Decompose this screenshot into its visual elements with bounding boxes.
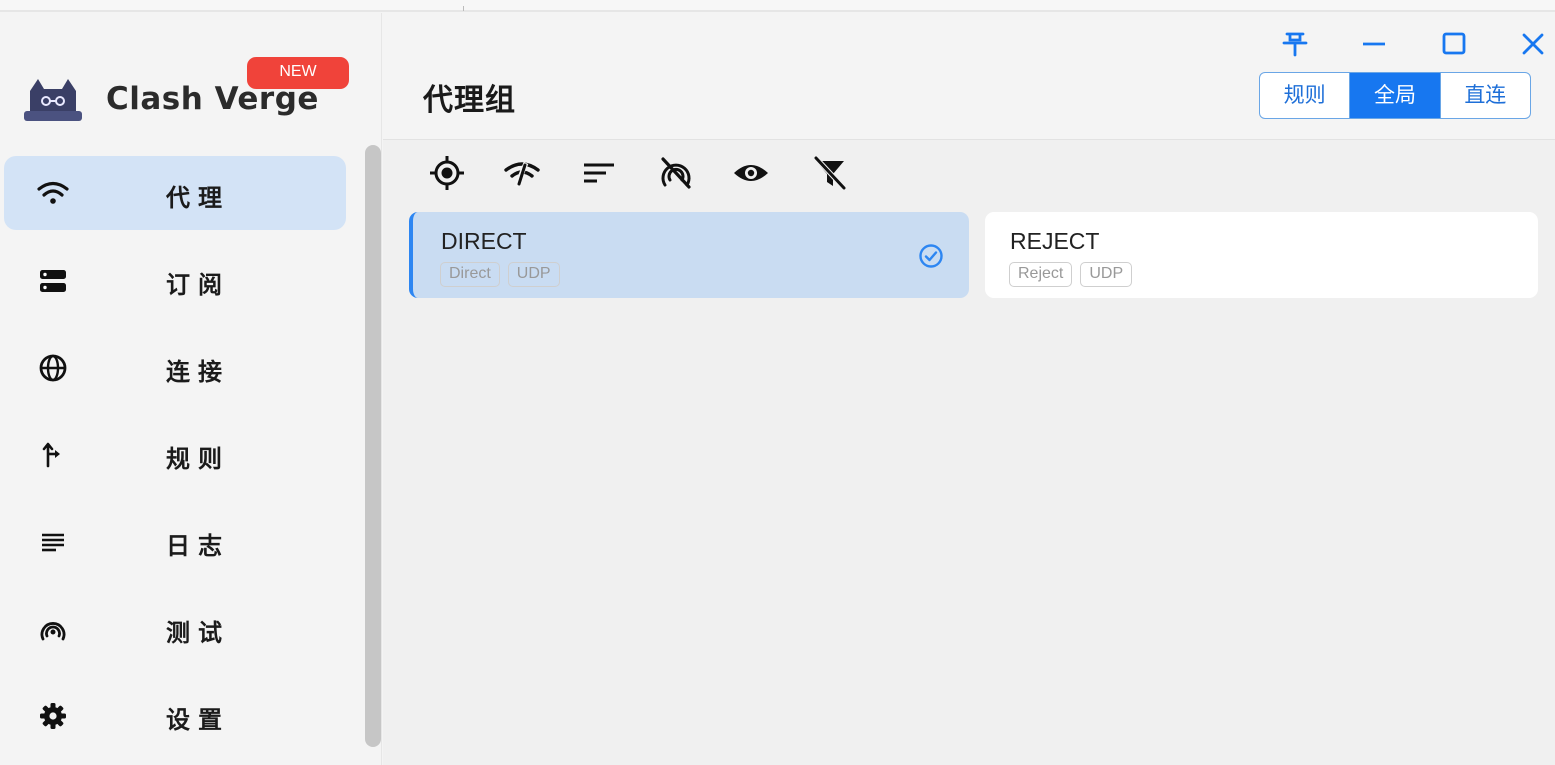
sidebar-item-connections[interactable]: 连接: [4, 330, 346, 404]
globe-icon: [36, 351, 70, 385]
page-title: 代理组: [423, 75, 516, 119]
show-icon[interactable]: [731, 153, 771, 193]
close-icon[interactable]: [1516, 27, 1550, 61]
proxy-card-reject[interactable]: REJECT Reject UDP: [985, 212, 1538, 298]
sidebar-item-label: 日志: [166, 526, 230, 561]
sidebar-item-label: 规则: [166, 439, 230, 474]
mode-toggle-group: 规则 全局 直连: [1259, 72, 1531, 119]
proxy-tags: Direct UDP: [440, 262, 560, 287]
sidebar-nav: 代理 订阅 连接: [4, 156, 346, 765]
proxy-name: DIRECT: [441, 228, 527, 255]
hide-unavailable-icon[interactable]: [656, 153, 696, 193]
filter-off-icon[interactable]: [810, 153, 850, 193]
proxy-tags: Reject UDP: [1009, 262, 1132, 287]
sidebar-item-label: 连接: [166, 352, 230, 387]
app-window: Clash Verge NEW 代理 订阅: [0, 0, 1555, 765]
radar-icon: [36, 612, 70, 646]
sidebar-item-settings[interactable]: 设置: [4, 678, 346, 752]
page-header: 代理组 规则 全局 直连: [383, 13, 1555, 140]
sidebar-item-label: 设置: [166, 700, 230, 735]
minimize-icon[interactable]: [1357, 27, 1391, 61]
check-circle-icon: [917, 242, 945, 270]
sidebar-item-proxy[interactable]: 代理: [4, 156, 346, 230]
proxy-card-direct[interactable]: DIRECT Direct UDP: [409, 212, 969, 298]
new-badge: NEW: [247, 57, 349, 89]
sort-icon[interactable]: [579, 153, 619, 193]
locate-icon[interactable]: [427, 153, 467, 193]
maximize-icon[interactable]: [1437, 27, 1471, 61]
proxy-type-tag: Direct: [440, 262, 500, 287]
storage-icon: [36, 264, 70, 298]
mode-global-button[interactable]: 全局: [1350, 73, 1440, 118]
cat-logo-icon: [24, 75, 82, 123]
proxy-udp-tag: UDP: [508, 262, 560, 287]
pin-icon[interactable]: [1278, 27, 1312, 61]
sidebar: Clash Verge NEW 代理 订阅: [0, 13, 382, 765]
sidebar-item-subscriptions[interactable]: 订阅: [4, 243, 346, 317]
list-lines-icon: [36, 525, 70, 559]
sidebar-item-logs[interactable]: 日志: [4, 504, 346, 578]
proxy-name: REJECT: [1010, 228, 1099, 255]
mode-rule-button[interactable]: 规则: [1260, 73, 1350, 118]
sidebar-item-rules[interactable]: 规则: [4, 417, 346, 491]
sidebar-item-test[interactable]: 测试: [4, 591, 346, 665]
fork-arrow-icon: [36, 438, 70, 472]
proxy-udp-tag: UDP: [1080, 262, 1132, 287]
mode-direct-button[interactable]: 直连: [1441, 73, 1530, 118]
gear-icon: [36, 699, 70, 733]
sidebar-scrollbar[interactable]: [365, 145, 381, 747]
proxy-type-tag: Reject: [1009, 262, 1072, 287]
delay-test-icon[interactable]: [502, 153, 542, 193]
sidebar-item-label: 测试: [166, 613, 230, 648]
sidebar-item-label: 订阅: [166, 265, 230, 300]
sidebar-item-label: 代理: [166, 178, 230, 213]
main-panel: 代理组 规则 全局 直连: [383, 13, 1555, 765]
wifi-icon: [36, 177, 70, 211]
title-strip: [0, 0, 1555, 12]
